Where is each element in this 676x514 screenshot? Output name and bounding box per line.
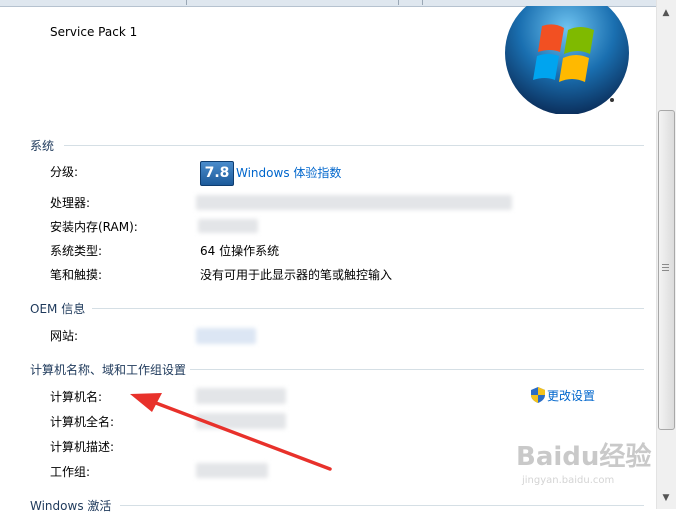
logo-green-pane bbox=[564, 27, 594, 54]
section-heading-activation: Windows 激活 bbox=[30, 499, 112, 513]
section-heading-oem: OEM 信息 bbox=[30, 302, 86, 316]
section-divider bbox=[120, 505, 644, 506]
pen-touch-value: 没有可用于此显示器的笔或触控输入 bbox=[200, 268, 393, 282]
change-settings-link[interactable]: 更改设置 bbox=[547, 388, 595, 404]
strip-segment bbox=[398, 0, 423, 5]
section-divider bbox=[92, 308, 644, 309]
computer-fullname-label: 计算机全名: bbox=[50, 415, 115, 429]
logo-yellow-pane bbox=[559, 55, 589, 82]
section-divider bbox=[64, 145, 644, 146]
logo-red-pane bbox=[538, 24, 564, 52]
baidu-watermark: Baidu经验 bbox=[516, 442, 652, 472]
scrollbar-grip bbox=[662, 267, 669, 268]
website-label: 网站: bbox=[50, 329, 79, 343]
experience-index-score[interactable]: 7.8 bbox=[200, 161, 234, 186]
windows-logo-icon bbox=[505, 6, 629, 114]
uac-shield-icon[interactable] bbox=[531, 387, 545, 403]
ram-label: 安装内存(RAM): bbox=[50, 220, 138, 234]
experience-index-link[interactable]: Windows 体验指数 bbox=[236, 165, 341, 181]
section-divider bbox=[190, 369, 644, 370]
logo-dot bbox=[610, 98, 614, 102]
strip-segment bbox=[0, 0, 187, 5]
computer-name-label: 计算机名: bbox=[50, 390, 103, 404]
scrollbar-grip bbox=[662, 270, 669, 271]
workgroup-label: 工作组: bbox=[50, 465, 91, 479]
section-heading-computer: 计算机名称、域和工作组设置 bbox=[30, 363, 187, 377]
strip-segment bbox=[422, 0, 657, 5]
system-type-label: 系统类型: bbox=[50, 244, 103, 258]
strip-segment bbox=[186, 0, 399, 5]
annotation-arrow-icon bbox=[130, 393, 332, 471]
rating-label: 分级: bbox=[50, 165, 79, 179]
computer-description-label: 计算机描述: bbox=[50, 440, 115, 454]
system-type-value: 64 位操作系统 bbox=[200, 244, 280, 258]
processor-value-redacted bbox=[196, 195, 512, 210]
baidu-watermark-url: jingyan.baidu.com bbox=[522, 475, 615, 486]
logo-blue-pane bbox=[533, 54, 559, 80]
website-link-redacted[interactable] bbox=[196, 328, 256, 344]
pen-touch-label: 笔和触摸: bbox=[50, 268, 103, 282]
service-pack-text: Service Pack 1 bbox=[50, 25, 138, 39]
scrollbar-grip bbox=[662, 264, 669, 265]
scroll-down-arrow-icon[interactable]: ▼ bbox=[660, 491, 672, 505]
section-heading-system: 系统 bbox=[30, 139, 55, 153]
scroll-up-arrow-icon[interactable]: ▲ bbox=[660, 6, 672, 20]
processor-label: 处理器: bbox=[50, 196, 91, 210]
ram-value-redacted bbox=[198, 219, 258, 233]
